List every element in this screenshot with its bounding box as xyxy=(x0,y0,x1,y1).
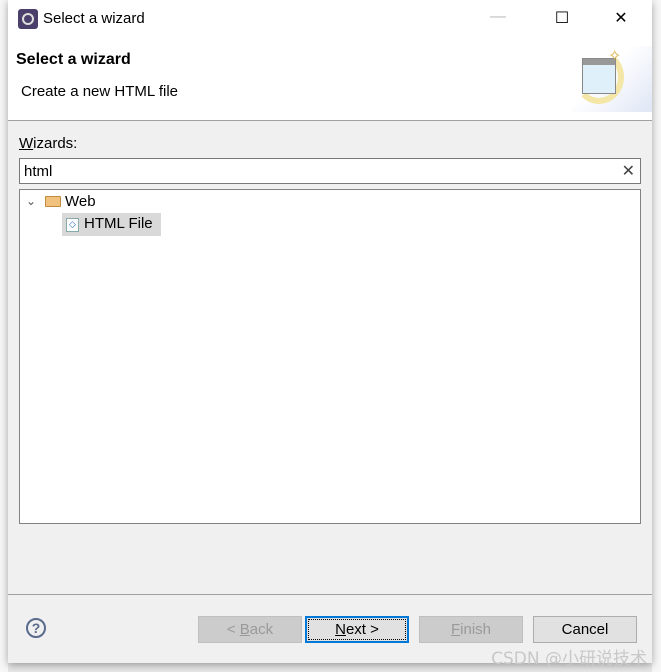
filter-text: html xyxy=(24,163,53,180)
background-window xyxy=(0,0,8,672)
finish-button[interactable]: Finish xyxy=(419,616,523,643)
tree-item-web[interactable]: Web xyxy=(65,193,96,210)
window-title: Select a wizard xyxy=(43,10,145,27)
background-window xyxy=(652,0,661,672)
clear-icon[interactable]: ✕ xyxy=(622,161,635,181)
wizard-header: Select a wizard Create a new HTML file ✧ xyxy=(8,38,652,121)
back-button[interactable]: < Back xyxy=(198,616,302,643)
wizards-label: Wizards: xyxy=(19,135,78,152)
html-file-icon: ◇ xyxy=(66,218,79,232)
wizard-filter-input[interactable]: html ✕ xyxy=(19,158,641,184)
minimize-button[interactable]: — xyxy=(483,8,513,26)
divider xyxy=(8,594,652,595)
page-title: Select a wizard xyxy=(16,51,131,68)
folder-icon xyxy=(45,196,61,207)
eclipse-icon xyxy=(18,9,38,29)
maximize-button[interactable]: ☐ xyxy=(547,8,577,28)
tree-item-label: HTML File xyxy=(84,215,153,232)
wizard-banner-icon: ✧ xyxy=(572,46,652,112)
title-bar[interactable]: Select a wizard — ☐ ✕ xyxy=(8,0,652,38)
chevron-down-icon[interactable]: ⌄ xyxy=(26,194,36,208)
next-button[interactable]: Next > xyxy=(305,616,409,643)
wizard-dialog: Select a wizard — ☐ ✕ Select a wizard Cr… xyxy=(8,0,652,663)
help-icon[interactable]: ? xyxy=(26,618,46,638)
tree-item-html-file[interactable]: ◇ HTML File xyxy=(62,213,161,236)
cancel-button[interactable]: Cancel xyxy=(533,616,637,643)
page-description: Create a new HTML file xyxy=(21,83,179,100)
close-button[interactable]: ✕ xyxy=(606,8,636,28)
wizard-tree[interactable]: ⌄ Web ◇ HTML File xyxy=(19,189,641,524)
watermark: CSDN @小研说技术 xyxy=(491,649,647,669)
